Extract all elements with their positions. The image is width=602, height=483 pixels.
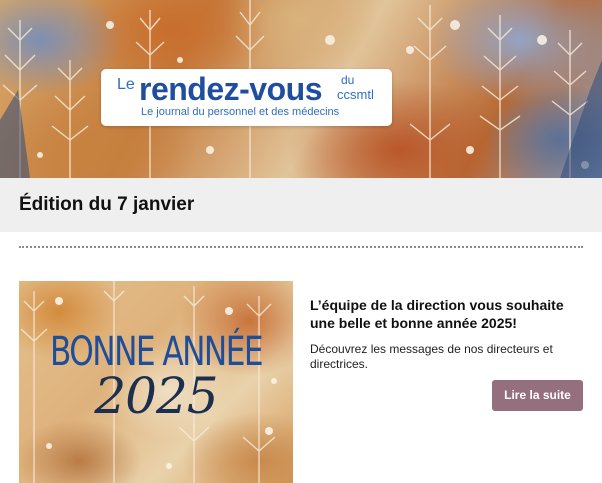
logo-tagline: Le journal du personnel et des médecins bbox=[141, 106, 340, 118]
read-more-button[interactable]: Lire la suite bbox=[492, 380, 583, 411]
journal-logo[interactable]: Le rendez-vous du ccsmtl Le journal du p… bbox=[101, 69, 392, 126]
edition-title: Édition du 7 janvier bbox=[19, 194, 195, 215]
logo-name: rendez-vous bbox=[139, 71, 322, 107]
article-image[interactable]: BONNE ANNÉE 2025 bbox=[19, 281, 293, 483]
article-description: Découvrez les messages de nos directeurs… bbox=[310, 342, 553, 371]
image-year-text: 2025 bbox=[94, 367, 218, 425]
logo-prefix: Le bbox=[117, 76, 135, 93]
edition-bar: Édition du 7 janvier bbox=[0, 178, 602, 232]
logo-du: du bbox=[341, 73, 355, 87]
header-banner: Le rendez-vous du ccsmtl Le journal du p… bbox=[0, 0, 602, 178]
logo-org: ccsmtl bbox=[337, 87, 374, 102]
dotted-divider bbox=[19, 246, 583, 248]
article-heading[interactable]: L’équipe de la direction vous souhaite u… bbox=[310, 296, 585, 332]
